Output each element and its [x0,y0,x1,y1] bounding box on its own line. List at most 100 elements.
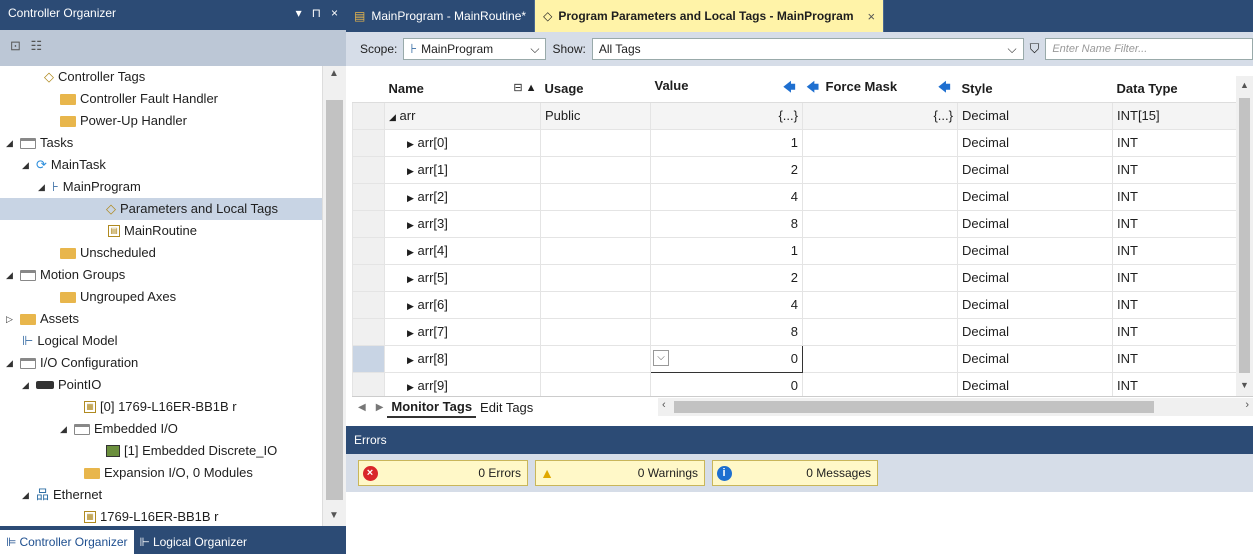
expand-arrow-icon[interactable]: ▷ [6,308,16,330]
tab-mainroutine[interactable]: ▤ MainProgram - MainRoutine* [346,0,536,32]
force-mask-cell[interactable] [802,344,958,373]
style-cell[interactable]: Decimal [957,128,1113,157]
table-row[interactable]: ▶ arr[1] 2 Decimal INT [352,155,1253,184]
data-type-cell[interactable]: INT [1112,155,1253,184]
table-row[interactable]: ▶ arr[0] 1 Decimal INT [352,128,1253,157]
tag-name-cell[interactable]: ▶ arr[0] [384,128,541,157]
tree-item-ethernet-module[interactable]: ▦ 1769-L16ER-BB1B r [84,506,219,526]
style-cell[interactable]: Decimal [957,371,1113,396]
style-cell[interactable]: Decimal [957,155,1113,184]
value-cell[interactable]: 0 [650,371,803,396]
data-type-cell[interactable]: INT [1112,290,1253,319]
tree-item-ethernet[interactable]: ◢ 品 Ethernet [22,484,102,506]
tag-name-cell[interactable]: ▶ arr[7] [384,317,541,346]
data-type-cell[interactable]: INT[15] [1112,101,1253,130]
tree-item-parameters-and-local-tags[interactable]: ◇ Parameters and Local Tags [0,198,322,220]
table-row[interactable]: ▶ arr[7] 8 Decimal INT [352,317,1253,346]
style-cell[interactable]: Decimal [957,317,1113,346]
grid-horizontal-scrollbar[interactable]: ‹ › [658,398,1253,416]
usage-cell[interactable]: Public [540,101,651,130]
tree-item-embedded-discrete-io[interactable]: [1] Embedded Discrete_IO [106,440,277,462]
tag-name-cell[interactable]: ▶ arr[2] [384,182,541,211]
table-row[interactable]: ▶ arr[8] ⌵ 0 Decimal INT [352,344,1253,373]
row-header[interactable] [352,155,385,184]
value-cell[interactable]: 2 [650,263,803,292]
tree-item-ungrouped-axes[interactable]: Ungrouped Axes [60,286,176,308]
style-cell[interactable]: Decimal [957,101,1113,130]
view-options-icon[interactable]: ☷ [31,38,43,53]
style-cell[interactable]: Decimal [957,209,1113,238]
collapse-arrow-icon[interactable]: ◢ [22,154,32,176]
force-mask-cell[interactable] [802,263,958,292]
row-header[interactable] [352,236,385,265]
expand-arrow-icon[interactable]: ▶ [407,220,414,230]
style-cell[interactable]: Decimal [957,290,1113,319]
table-row[interactable]: ▶ arr[2] 4 Decimal INT [352,182,1253,211]
usage-cell[interactable] [540,128,651,157]
force-mask-cell[interactable]: {...} [802,101,958,130]
value-cell-editing[interactable]: ⌵ 0 [650,344,803,373]
collapse-arrow-icon[interactable]: ◢ [6,132,16,154]
row-header[interactable] [352,263,385,292]
expand-arrow-icon[interactable]: ▶ [407,139,414,149]
tab-scroll-left-icon[interactable]: ◀ [352,402,372,413]
row-header[interactable] [352,290,385,319]
table-row[interactable]: ◢ arr Public {...} {...} Decimal INT[15] [352,101,1253,130]
data-type-cell[interactable]: INT [1112,317,1253,346]
force-mask-cell[interactable] [802,236,958,265]
tree-item-embedded-io[interactable]: ◢ Embedded I/O [60,418,178,440]
tree-item-unscheduled[interactable]: Unscheduled [60,242,156,264]
row-header[interactable] [352,101,385,130]
value-cell[interactable]: 4 [650,182,803,211]
tree-item-motion-groups[interactable]: ◢ Motion Groups [6,264,125,286]
tab-monitor-tags[interactable]: Monitor Tags [387,398,477,418]
warnings-filter-button[interactable]: ▲ 0 Warnings [535,460,705,486]
scrollbar-thumb[interactable] [674,401,1154,413]
tree-item-pointio[interactable]: ◢ PointIO [22,374,101,396]
tree-item-expansion-io[interactable]: Expansion I/O, 0 Modules [84,462,253,484]
column-header-value[interactable]: Value 🡄 [650,76,803,103]
filter-icon[interactable]: ⛉ [1030,41,1040,57]
tree-item-tasks[interactable]: ◢ Tasks [6,132,73,154]
data-type-cell[interactable]: INT [1112,371,1253,396]
table-row[interactable]: ▶ arr[3] 8 Decimal INT [352,209,1253,238]
column-header-name[interactable]: Name ⊟ ▲ [384,76,541,103]
column-sort-icon[interactable]: ⊟ ▲ [513,81,536,94]
scroll-left-icon[interactable]: ‹ [662,399,666,411]
tree-item-assets[interactable]: ▷ Assets [6,308,79,330]
collapse-arrow-icon[interactable]: ◢ [22,484,32,506]
value-cell[interactable]: 8 [650,317,803,346]
expand-arrow-icon[interactable]: ▶ [407,274,414,284]
usage-cell[interactable] [540,209,651,238]
scroll-up-icon[interactable]: ▲ [329,68,339,79]
row-header[interactable] [352,128,385,157]
scroll-up-icon[interactable]: ▲ [1240,80,1249,90]
collapse-arrow-icon[interactable]: ◢ [38,176,48,198]
force-mask-cell[interactable] [802,371,958,396]
row-header[interactable] [352,371,385,396]
expand-arrow-icon[interactable]: ▶ [407,166,414,176]
style-cell[interactable]: Decimal [957,263,1113,292]
usage-cell[interactable] [540,263,651,292]
tree-item-mainroutine[interactable]: ▤ MainRoutine [108,220,197,242]
scope-dropdown[interactable]: ⊦ MainProgram ⌵ [403,38,547,60]
column-header-usage[interactable]: Usage [540,76,651,103]
collapse-arrow-icon[interactable]: ◢ [389,112,396,122]
data-type-cell[interactable]: INT [1112,128,1253,157]
value-cell[interactable]: 1 [650,236,803,265]
tree-item-maintask[interactable]: ◢ ⟳ MainTask [22,154,106,176]
scroll-right-icon[interactable]: › [1245,399,1249,411]
tab-program-parameters[interactable]: ◇ Program Parameters and Local Tags - Ma… [535,0,885,32]
close-icon[interactable]: × [331,6,338,24]
force-mask-cell[interactable] [802,128,958,157]
usage-cell[interactable] [540,344,651,373]
column-header-style[interactable]: Style [957,76,1113,103]
data-type-cell[interactable]: INT [1112,344,1253,373]
expand-arrow-icon[interactable]: ▶ [407,247,414,257]
value-cell[interactable]: {...} [650,101,803,130]
usage-cell[interactable] [540,236,651,265]
data-type-cell[interactable]: INT [1112,263,1253,292]
organizer-scrollbar[interactable]: ▲ ▼ [322,66,346,526]
table-row[interactable]: ▶ arr[5] 2 Decimal INT [352,263,1253,292]
tree-item-controller-fault-handler[interactable]: Controller Fault Handler [60,88,218,110]
